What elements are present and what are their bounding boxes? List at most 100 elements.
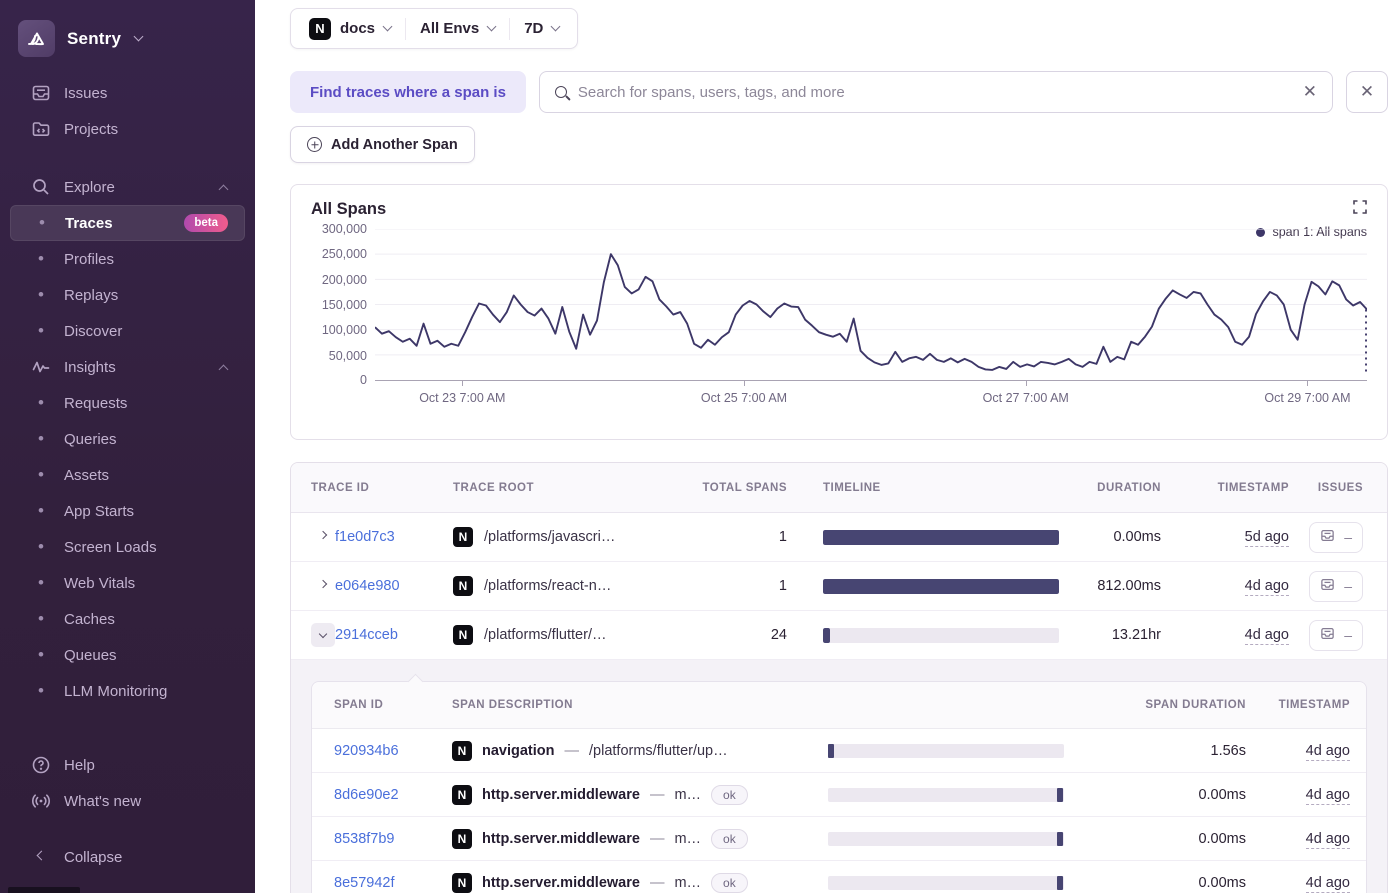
trace-row[interactable]: e064e980 N/platforms/react-n… 1 812.00ms 4d …	[291, 562, 1387, 611]
sidebar-item-explore[interactable]: Explore	[10, 169, 245, 205]
trace-id-link[interactable]: 2914cceb	[335, 627, 453, 643]
expand-trace-button[interactable]	[311, 574, 335, 598]
span-timeline-cell	[788, 787, 1066, 802]
span-row[interactable]: 8d6e90e2 Nhttp.server.middleware — m… ok 0.00…	[312, 773, 1366, 817]
fullscreen-icon[interactable]	[1353, 200, 1367, 219]
sidebar-item-projects[interactable]: Projects	[10, 111, 245, 147]
span-timestamp-value[interactable]: 4d ago	[1305, 786, 1350, 805]
org-name: Sentry	[67, 28, 122, 48]
span-id-link[interactable]: 8d6e90e2	[334, 787, 452, 803]
span-id-link[interactable]: 920934b6	[334, 743, 452, 759]
search-icon	[554, 86, 567, 98]
issues-chip[interactable]: –	[1309, 570, 1363, 602]
span-filter-row: Find traces where a span is Search for s…	[290, 71, 1388, 113]
y-tick-label: 100,000	[321, 323, 367, 338]
sidebar-item-assets[interactable]: • Assets	[10, 457, 245, 493]
trace-row[interactable]: 2914cceb N/platforms/flutter/… 24 13.21hr 4d…	[291, 611, 1387, 660]
environment-selector[interactable]: All Envs	[406, 20, 509, 37]
sidebar-item-caches[interactable]: • Caches	[10, 601, 245, 637]
date-range-selector-label: 7D	[524, 20, 544, 37]
span-row[interactable]: 8e57942f Nhttp.server.middleware — m… ok 0.00…	[312, 861, 1366, 893]
sentry-logo-icon	[18, 20, 55, 57]
sidebar-item-queries[interactable]: • Queries	[10, 421, 245, 457]
chevron-down-icon	[382, 21, 393, 32]
find-traces-chip[interactable]: Find traces where a span is	[290, 71, 526, 113]
trace-root-label: /platforms/javascri…	[484, 529, 616, 545]
expand-trace-button[interactable]	[311, 525, 335, 549]
sidebar-item-profiles[interactable]: • Profiles	[10, 241, 245, 277]
span-timestamp-value[interactable]: 4d ago	[1305, 874, 1350, 893]
add-another-span-button[interactable]: Add Another Span	[290, 126, 475, 163]
span-timeline-track	[828, 743, 1064, 758]
sidebar-item-requests[interactable]: • Requests	[10, 385, 245, 421]
sidebar-item-issues[interactable]: Issues	[10, 75, 245, 111]
chart-plot-area[interactable]	[375, 229, 1367, 381]
span-row[interactable]: 8538f7b9 Nhttp.server.middleware — m… ok 0.00…	[312, 817, 1366, 861]
clear-search-icon[interactable]: ✕	[1303, 82, 1317, 102]
search-icon	[30, 177, 52, 197]
sidebar-item-app-starts[interactable]: • App Starts	[10, 493, 245, 529]
timestamp-value[interactable]: 4d ago	[1244, 578, 1289, 596]
issues-chip[interactable]: –	[1309, 619, 1363, 651]
sidebar-item-llm-monitoring[interactable]: • LLM Monitoring	[10, 673, 245, 709]
date-range-selector[interactable]: 7D	[510, 20, 573, 37]
bullet-icon: •	[38, 609, 44, 628]
timestamp-value[interactable]: 4d ago	[1244, 627, 1289, 645]
sidebar-item-label: Queries	[64, 430, 117, 448]
issues-cell: –	[1289, 570, 1363, 602]
sidebar-item-discover[interactable]: • Discover	[10, 313, 245, 349]
sidebar-item-label: Screen Loads	[64, 538, 157, 556]
span-timestamp-cell: 4d ago	[1246, 874, 1350, 893]
sidebar-item-label: App Starts	[64, 502, 135, 520]
span-op-label: http.server.middleware	[482, 874, 640, 891]
app-window: Sentry Issues Projects Explore • Traces beta •…	[0, 0, 1400, 893]
sidebar-item-what-s-new[interactable]: What's new	[10, 783, 245, 819]
timeline-track	[823, 627, 1059, 643]
sidebar-item-label: Profiles	[64, 250, 115, 268]
sidebar-item-label: Assets	[64, 466, 110, 484]
timestamp-value[interactable]: 5d ago	[1244, 529, 1289, 547]
column-header-span-id: SPAN ID	[334, 699, 384, 711]
trace-row[interactable]: f1e0d7c3 N/platforms/javascri… 1 0.00ms 5d a…	[291, 513, 1387, 562]
x-tick-mark	[1025, 381, 1027, 386]
sidebar-item-queues[interactable]: • Queues	[10, 637, 245, 673]
timestamp-cell: 4d ago	[1161, 578, 1289, 596]
separator-dash: —	[564, 742, 580, 759]
span-op-label: navigation	[482, 742, 555, 759]
sidebar-item-label: Help	[64, 756, 95, 774]
separator-dash: —	[649, 874, 665, 891]
sidebar-item-screen-loads[interactable]: • Screen Loads	[10, 529, 245, 565]
collapse-trace-button[interactable]	[311, 623, 335, 647]
projects-icon	[30, 119, 52, 139]
span-row[interactable]: 920934b6 Nnavigation — /platforms/flutter/u…	[312, 729, 1366, 773]
span-description-cell: Nhttp.server.middleware — m… ok	[452, 828, 788, 849]
span-timeline-track	[828, 831, 1064, 846]
sidebar-item-replays[interactable]: • Replays	[10, 277, 245, 313]
timeline-bar	[823, 627, 831, 643]
sidebar-collapse-button[interactable]: Collapse	[10, 839, 245, 875]
issues-chip[interactable]: –	[1309, 521, 1363, 553]
span-timestamp-value[interactable]: 4d ago	[1305, 742, 1350, 761]
org-switcher[interactable]: Sentry	[0, 14, 255, 75]
trace-id-link[interactable]: e064e980	[335, 578, 453, 594]
bullet-icon: •	[38, 573, 44, 592]
issues-cell: –	[1289, 619, 1363, 651]
span-id-link[interactable]: 8538f7b9	[334, 831, 452, 847]
sidebar-footer: Help What's new Collapse	[0, 747, 255, 893]
span-timestamp-value[interactable]: 4d ago	[1305, 830, 1350, 849]
issues-icon	[1320, 577, 1335, 595]
issues-count-dash: –	[1344, 529, 1352, 545]
chevron-icon	[318, 579, 328, 589]
project-selector[interactable]: N docs	[295, 17, 405, 40]
remove-span-filter-button[interactable]: ✕	[1346, 71, 1388, 113]
sidebar-item-help[interactable]: Help	[10, 747, 245, 783]
sidebar-item-insights[interactable]: Insights	[10, 349, 245, 385]
span-id-link[interactable]: 8e57942f	[334, 875, 452, 891]
issues-icon	[30, 83, 52, 103]
sidebar-item-traces[interactable]: • Traces beta	[10, 205, 245, 241]
sidebar-item-web-vitals[interactable]: • Web Vitals	[10, 565, 245, 601]
separator-dash: —	[649, 786, 665, 803]
trace-id-link[interactable]: f1e0d7c3	[335, 529, 453, 545]
span-search-bar[interactable]: Search for spans, users, tags, and more …	[538, 71, 1333, 113]
